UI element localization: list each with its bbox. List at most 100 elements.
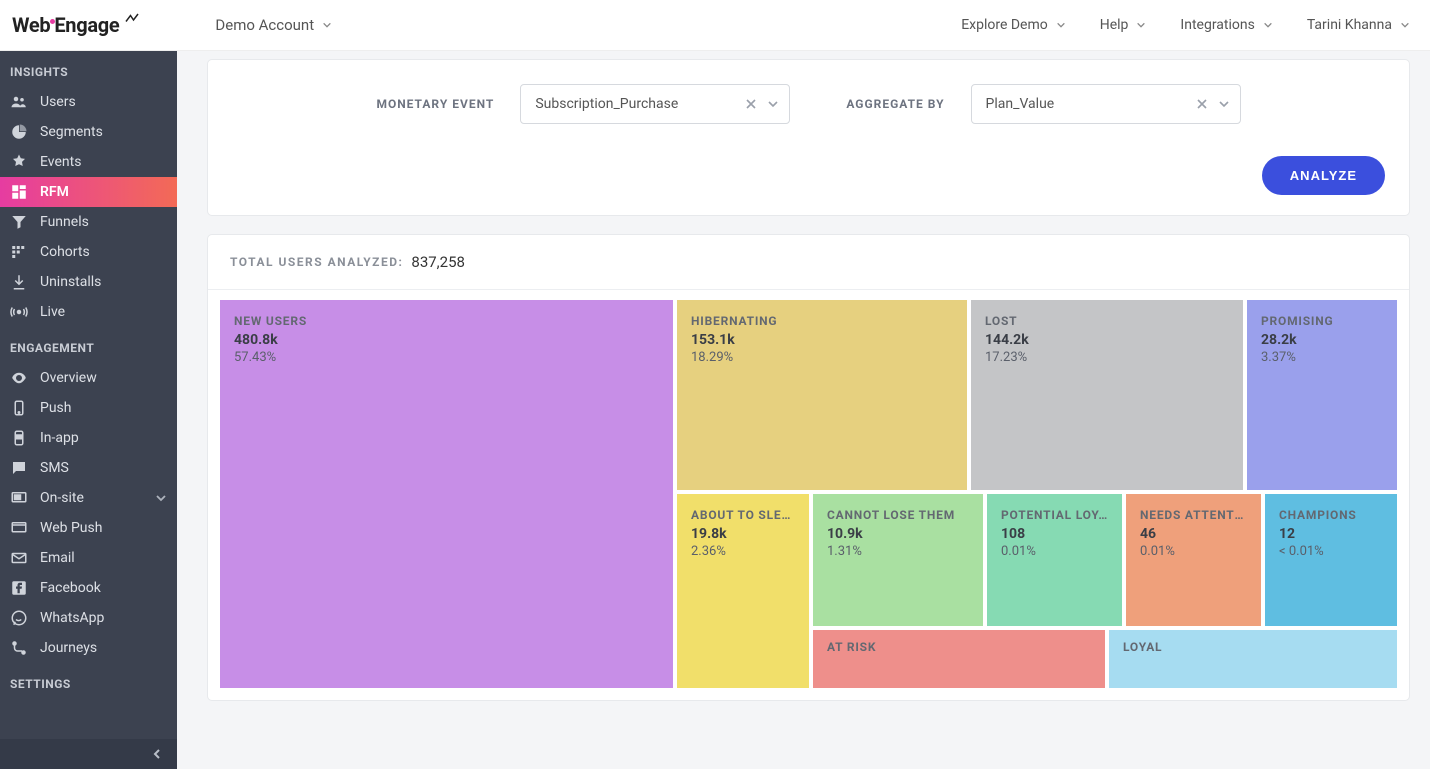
tile-count: 12 bbox=[1279, 526, 1383, 542]
chevron-down-icon bbox=[767, 98, 779, 110]
tile-lost[interactable]: LOST 144.2k 17.23% bbox=[971, 300, 1243, 490]
chevron-down-icon bbox=[322, 20, 332, 30]
sidebar-item-email[interactable]: Email bbox=[0, 543, 177, 573]
tile-title: CANNOT LOSE THEM bbox=[827, 508, 969, 522]
nav-help[interactable]: Help bbox=[1100, 17, 1147, 33]
tile-loyal[interactable]: LOYAL bbox=[1109, 630, 1397, 688]
analysis-header: TOTAL USERS ANALYZED: 837,258 bbox=[208, 235, 1409, 290]
tile-count: 153.1k bbox=[691, 332, 953, 348]
tile-count: 108 bbox=[1001, 526, 1108, 542]
sidebar-item-uninstalls[interactable]: Uninstalls bbox=[0, 267, 177, 297]
users-icon bbox=[10, 93, 28, 111]
facebook-icon bbox=[10, 579, 28, 597]
nav-explore-demo[interactable]: Explore Demo bbox=[961, 17, 1066, 33]
rfm-treemap: NEW USERS 480.8k 57.43% HIBERNATING 153.… bbox=[208, 290, 1409, 700]
sidebar-item-sms[interactable]: SMS bbox=[0, 453, 177, 483]
nav-label: Help bbox=[1100, 17, 1129, 33]
nav-label: Tarini Khanna bbox=[1307, 17, 1392, 33]
tile-count: 28.2k bbox=[1261, 332, 1383, 348]
tile-title: NEW USERS bbox=[234, 314, 659, 328]
sidebar-item-label: SMS bbox=[40, 460, 167, 476]
top-nav: Explore Demo Help Integrations Tarini Kh… bbox=[961, 17, 1410, 33]
sidebar-item-label: WhatsApp bbox=[40, 610, 167, 626]
sidebar-section-engagement: ENGAGEMENT bbox=[0, 327, 177, 363]
analyze-button[interactable]: ANALYZE bbox=[1262, 156, 1385, 195]
tile-champions[interactable]: CHAMPIONS 12 < 0.01% bbox=[1265, 494, 1397, 626]
tile-cannot-lose-them[interactable]: CANNOT LOSE THEM 10.9k 1.31% bbox=[813, 494, 983, 626]
tile-pct: < 0.01% bbox=[1279, 544, 1383, 559]
nav-integrations[interactable]: Integrations bbox=[1180, 17, 1272, 33]
tile-about-to-sleep[interactable]: ABOUT TO SLE… 19.8k 2.36% bbox=[677, 494, 809, 688]
chevron-down-icon bbox=[155, 492, 167, 504]
monetary-event-label: MONETARY EVENT bbox=[376, 97, 494, 111]
chevron-down-icon bbox=[1056, 20, 1066, 30]
tile-potential-loyal[interactable]: POTENTIAL LOY… 108 0.01% bbox=[987, 494, 1122, 626]
tile-pct: 3.37% bbox=[1261, 350, 1383, 365]
tile-pct: 0.01% bbox=[1001, 544, 1108, 559]
sidebar-item-label: Web Push bbox=[40, 520, 167, 536]
sidebar-item-journeys[interactable]: Journeys bbox=[0, 633, 177, 663]
sidebar-item-push[interactable]: Push bbox=[0, 393, 177, 423]
tile-title: LOST bbox=[985, 314, 1229, 328]
clear-icon[interactable] bbox=[745, 98, 757, 110]
sidebar-item-webpush[interactable]: Web Push bbox=[0, 513, 177, 543]
sidebar-collapse[interactable] bbox=[0, 739, 177, 769]
overview-icon bbox=[10, 369, 28, 387]
sidebar-item-facebook[interactable]: Facebook bbox=[0, 573, 177, 603]
tile-needs-attention[interactable]: NEEDS ATTENTI… 46 0.01% bbox=[1126, 494, 1261, 626]
dropdown-value: Subscription_Purchase bbox=[535, 96, 735, 112]
push-icon bbox=[10, 399, 28, 417]
filter-card: MONETARY EVENT Subscription_Purchase AGG… bbox=[207, 59, 1410, 216]
sidebar-item-whatsapp[interactable]: WhatsApp bbox=[0, 603, 177, 633]
rfm-icon bbox=[10, 183, 28, 201]
tile-hibernating[interactable]: HIBERNATING 153.1k 18.29% bbox=[677, 300, 967, 490]
aggregate-by-label: AGGREGATE BY bbox=[846, 97, 944, 111]
topbar: WebEngage Demo Account Explore Demo Help… bbox=[0, 0, 1430, 51]
nav-user-menu[interactable]: Tarini Khanna bbox=[1307, 17, 1410, 33]
sidebar-item-funnels[interactable]: Funnels bbox=[0, 207, 177, 237]
sidebar-item-cohorts[interactable]: Cohorts bbox=[0, 237, 177, 267]
sidebar-item-segments[interactable]: Segments bbox=[0, 117, 177, 147]
uninstalls-icon bbox=[10, 273, 28, 291]
tile-promising[interactable]: PROMISING 28.2k 3.37% bbox=[1247, 300, 1397, 490]
sidebar-item-label: Uninstalls bbox=[40, 274, 167, 290]
sidebar-item-label: Facebook bbox=[40, 580, 167, 596]
total-users-label: TOTAL USERS ANALYZED: bbox=[230, 255, 403, 269]
sidebar-item-label: Overview bbox=[40, 370, 167, 386]
sidebar-item-onsite[interactable]: On-site bbox=[0, 483, 177, 513]
sidebar-item-events[interactable]: Events bbox=[0, 147, 177, 177]
dropdown-value: Plan_Value bbox=[986, 96, 1186, 112]
tile-count: 480.8k bbox=[234, 332, 659, 348]
tile-title: NEEDS ATTENTI… bbox=[1140, 508, 1247, 522]
sms-icon bbox=[10, 459, 28, 477]
sidebar-item-label: Push bbox=[40, 400, 167, 416]
nav-label: Integrations bbox=[1180, 17, 1254, 33]
sidebar-section-settings: SETTINGS bbox=[0, 663, 177, 699]
sidebar-item-label: Funnels bbox=[40, 214, 167, 230]
chevron-left-icon bbox=[151, 748, 163, 760]
aggregate-by-dropdown[interactable]: Plan_Value bbox=[971, 84, 1241, 124]
cohorts-icon bbox=[10, 243, 28, 261]
sidebar-item-label: Events bbox=[40, 154, 167, 170]
chevron-down-icon bbox=[1136, 20, 1146, 30]
tile-at-risk[interactable]: AT RISK bbox=[813, 630, 1105, 688]
sidebar-item-rfm[interactable]: RFM bbox=[0, 177, 177, 207]
clear-icon[interactable] bbox=[1196, 98, 1208, 110]
tile-pct: 17.23% bbox=[985, 350, 1229, 365]
sidebar-item-users[interactable]: Users bbox=[0, 87, 177, 117]
sidebar-item-label: RFM bbox=[40, 184, 167, 200]
tile-count: 46 bbox=[1140, 526, 1247, 542]
tile-title: LOYAL bbox=[1123, 640, 1383, 654]
monetary-event-dropdown[interactable]: Subscription_Purchase bbox=[520, 84, 790, 124]
sidebar-item-live[interactable]: Live bbox=[0, 297, 177, 327]
sidebar-item-overview[interactable]: Overview bbox=[0, 363, 177, 393]
sidebar-item-label: Journeys bbox=[40, 640, 167, 656]
account-picker[interactable]: Demo Account bbox=[215, 16, 332, 34]
tile-title: AT RISK bbox=[827, 640, 1091, 654]
whatsapp-icon bbox=[10, 609, 28, 627]
tile-new-users[interactable]: NEW USERS 480.8k 57.43% bbox=[220, 300, 673, 688]
tile-title: CHAMPIONS bbox=[1279, 508, 1383, 522]
sidebar-item-inapp[interactable]: In-app bbox=[0, 423, 177, 453]
sidebar-item-label: Email bbox=[40, 550, 167, 566]
logo: WebEngage bbox=[8, 11, 145, 39]
